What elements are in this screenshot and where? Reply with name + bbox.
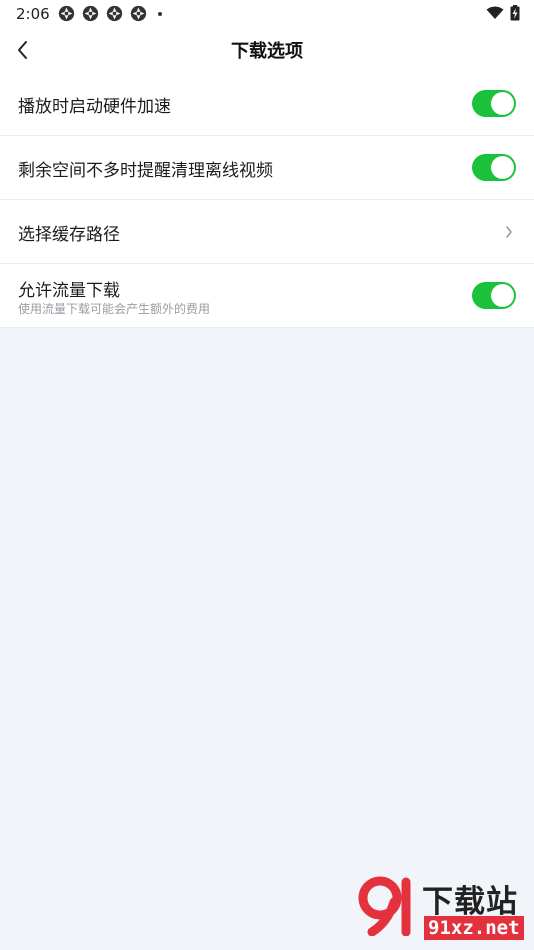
toggle-knob	[491, 284, 514, 307]
cellular-download-toggle[interactable]	[472, 282, 516, 309]
toggle-knob	[491, 92, 514, 115]
notification-icons	[58, 5, 162, 22]
status-time: 2:06	[16, 5, 50, 23]
setting-low-space-reminder: 剩余空间不多时提醒清理离线视频	[0, 136, 534, 200]
page-title: 下载选项	[231, 41, 303, 62]
watermark-brand: 下载站	[422, 884, 518, 920]
setting-label: 允许流量下载	[18, 281, 120, 301]
wifi-icon	[486, 6, 504, 19]
setting-hardware-acceleration: 播放时启动硬件加速	[0, 72, 534, 136]
setting-cache-path[interactable]: 选择缓存路径	[0, 200, 534, 264]
watermark-domain: 91xz.net	[424, 916, 524, 940]
status-right-icons	[486, 5, 520, 21]
app-notification-icon	[130, 5, 147, 22]
app-notification-icon	[58, 5, 75, 22]
chevron-right-icon	[506, 226, 512, 238]
more-notifications-dot	[158, 11, 162, 16]
status-bar: 2:06	[0, 0, 534, 28]
setting-cellular-download: 允许流量下载 使用流量下载可能会产生额外的费用	[0, 264, 534, 328]
watermark: 下载站 91xz.net	[358, 874, 534, 950]
91-logo-icon	[358, 876, 411, 936]
app-notification-icon	[106, 5, 123, 22]
hardware-acceleration-toggle[interactable]	[472, 90, 516, 117]
battery-charging-icon	[510, 5, 520, 21]
setting-label: 选择缓存路径	[18, 225, 120, 245]
setting-label: 播放时启动硬件加速	[18, 97, 171, 117]
toggle-knob	[491, 156, 514, 179]
settings-list: 播放时启动硬件加速 剩余空间不多时提醒清理离线视频 选择缓存路径 允许流量下载 …	[0, 72, 534, 328]
app-notification-icon	[82, 5, 99, 22]
low-space-reminder-toggle[interactable]	[472, 154, 516, 181]
setting-label: 剩余空间不多时提醒清理离线视频	[18, 161, 273, 181]
header: 下载选项	[0, 28, 534, 72]
setting-sublabel: 使用流量下载可能会产生额外的费用	[18, 302, 211, 316]
